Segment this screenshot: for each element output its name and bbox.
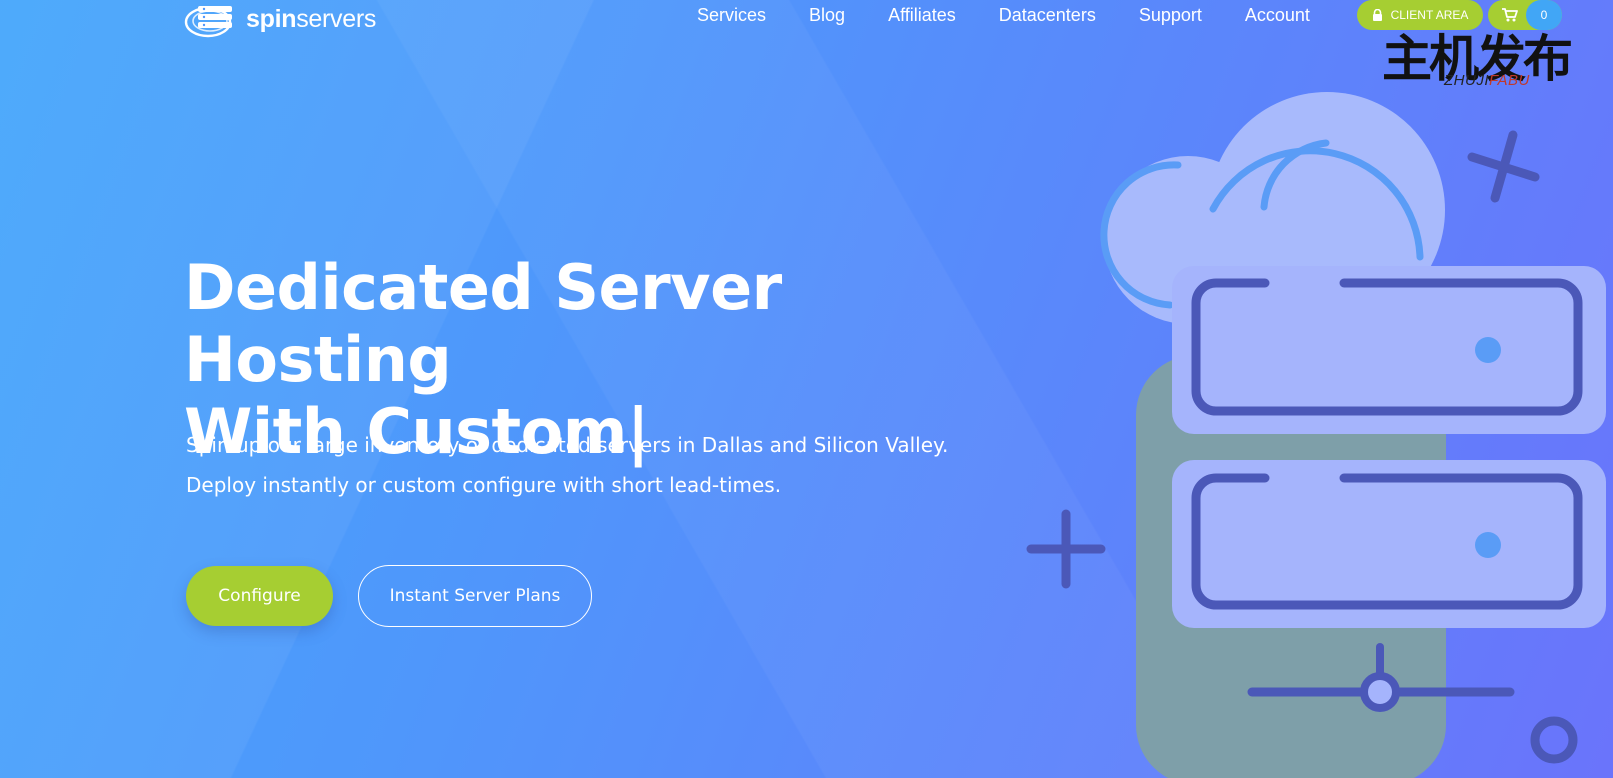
brand-logo[interactable]: spinservers xyxy=(184,0,376,38)
lock-icon xyxy=(1372,9,1382,21)
nav-datacenters[interactable]: Datacenters xyxy=(999,4,1096,26)
nav-blog[interactable]: Blog xyxy=(809,4,845,26)
cloud-server-illustration xyxy=(1026,92,1606,778)
cart-count-badge: 0 xyxy=(1526,0,1562,30)
nav-support[interactable]: Support xyxy=(1139,4,1202,26)
hero-desc-line-2: Deploy instantly or custom configure wit… xyxy=(186,473,782,497)
cross-icon xyxy=(1467,130,1540,203)
cart-button[interactable]: 0 xyxy=(1488,0,1562,30)
server-stack-icon xyxy=(184,6,232,38)
hero-title-line-1: Dedicated Server Hosting xyxy=(184,251,782,396)
plus-icon xyxy=(1026,509,1106,589)
client-area-label: CLIENT AREA xyxy=(1390,8,1469,22)
shopping-cart-icon xyxy=(1502,8,1518,22)
nav-account[interactable]: Account xyxy=(1245,4,1310,26)
main-nav: Services Blog Affiliates Datacenters Sup… xyxy=(697,4,1353,26)
hero-desc-line-1: Spin up our large inventory of dedicated… xyxy=(186,433,949,457)
configure-button[interactable]: Configure xyxy=(186,566,333,626)
ring-icon xyxy=(1530,716,1578,764)
server-unit-top xyxy=(1172,266,1606,434)
server-unit-bottom xyxy=(1172,460,1606,628)
client-area-button[interactable]: CLIENT AREA xyxy=(1357,0,1483,30)
brand-name: spinservers xyxy=(246,4,377,33)
nav-services[interactable]: Services xyxy=(697,4,766,26)
nav-affiliates[interactable]: Affiliates xyxy=(888,4,956,26)
hero-description: Spin up our large inventory of dedicated… xyxy=(186,425,1006,505)
watermark-logo: 主机发布 ZHUJIFABU xyxy=(1382,30,1582,92)
instant-server-plans-button[interactable]: Instant Server Plans xyxy=(358,565,592,627)
